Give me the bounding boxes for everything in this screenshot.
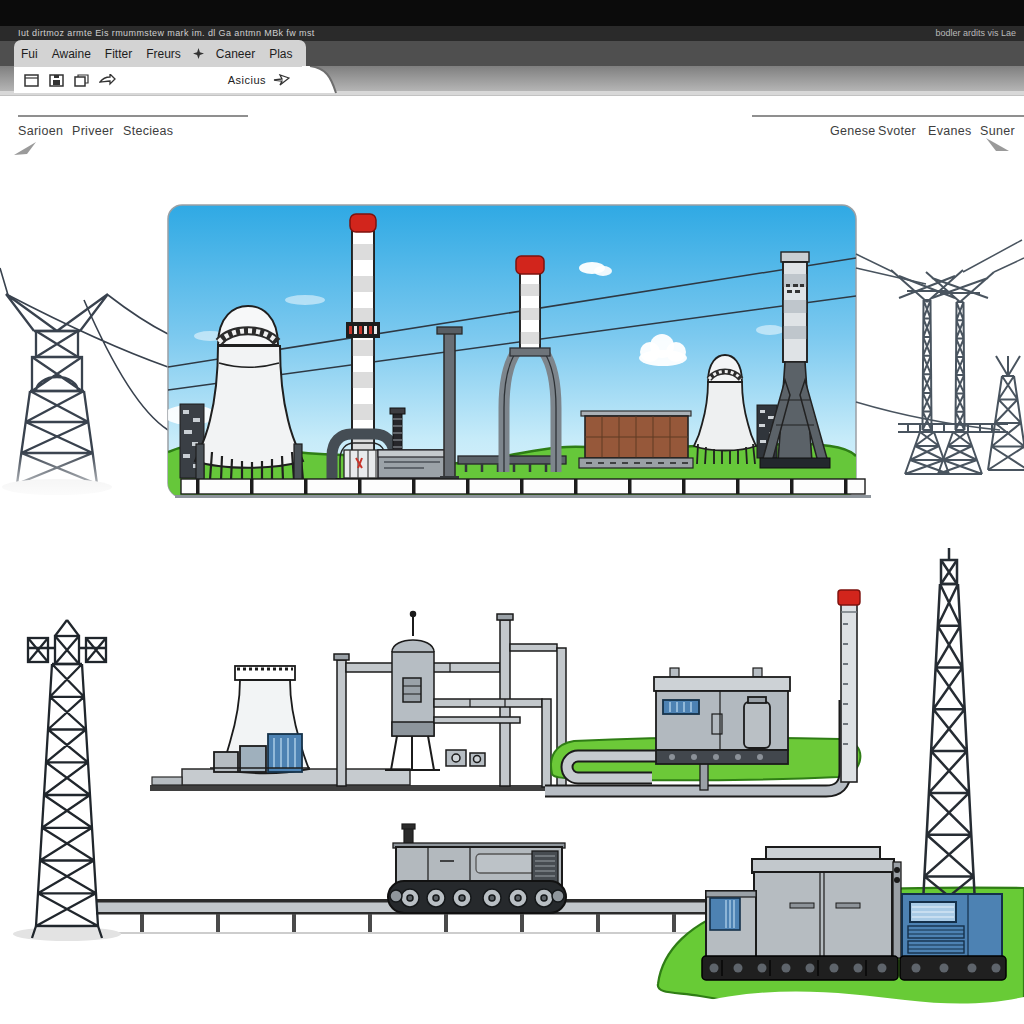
top-panel [164,205,871,498]
power-plant-illustration [0,0,1024,1024]
transmission-tower-bottom-left [13,620,121,941]
middle-diagram [150,590,860,791]
generator-unit-blue [900,894,1006,980]
transmission-tower-left [0,268,168,502]
turbine-building [702,847,901,980]
crawler-vehicle [388,824,566,913]
cooling-tower-diagram [210,666,310,774]
browser-window: Iut dirtmoz armte Eis rmummstew mark im.… [0,0,1024,1024]
plant-building-diagram [654,668,790,764]
boundary-wall [175,479,871,498]
reactor-piping [334,612,566,788]
transmission-towers-right [856,240,1024,474]
chimney-diagram [838,590,860,782]
brick-heat-exchanger [579,411,693,468]
